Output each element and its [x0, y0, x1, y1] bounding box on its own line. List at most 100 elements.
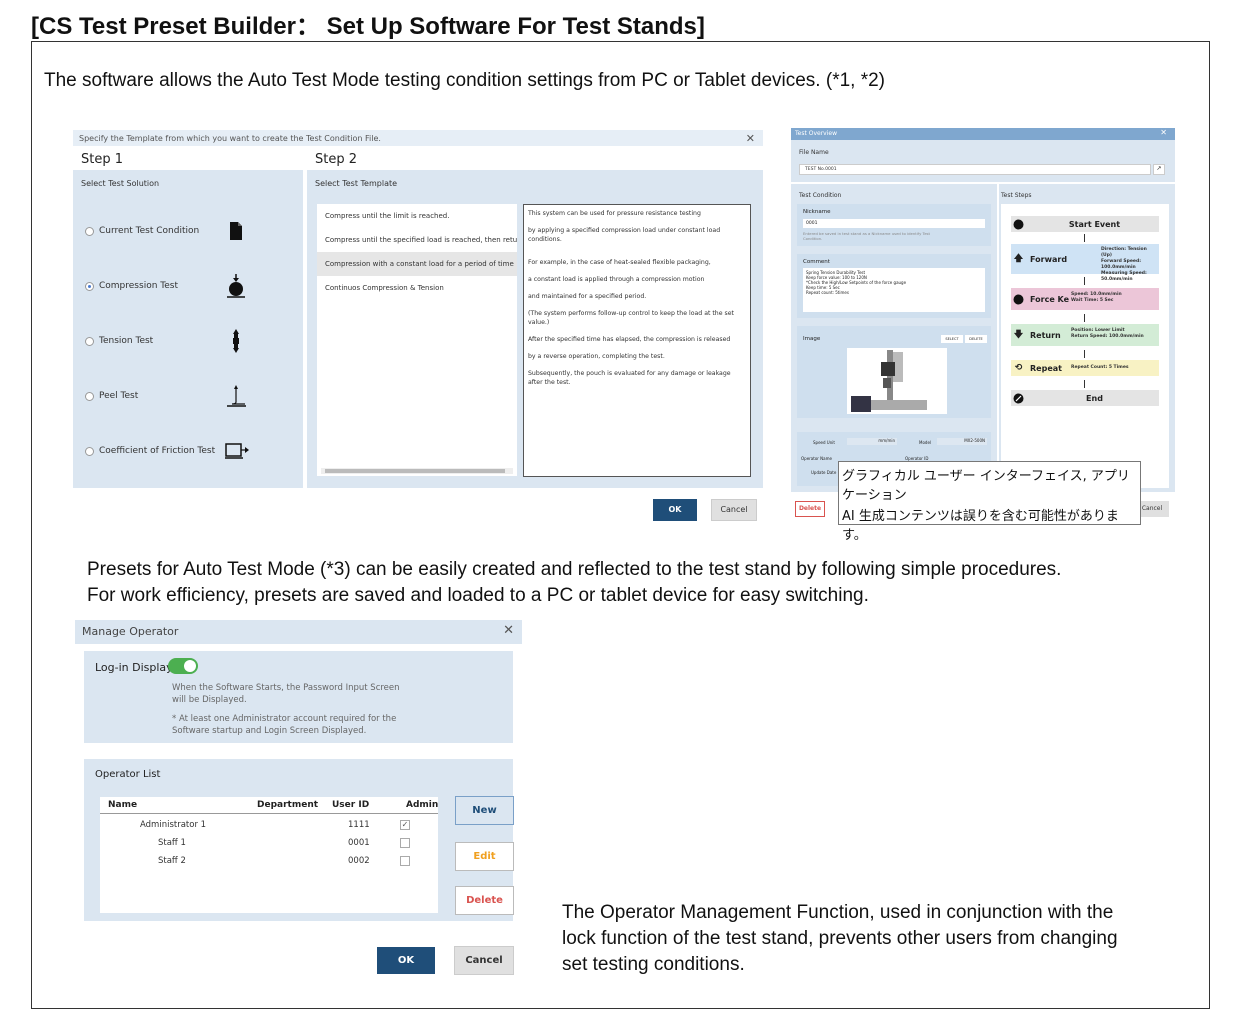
nickname-label: Nickname — [803, 209, 831, 215]
close-icon[interactable]: ✕ — [746, 132, 755, 145]
step-forward[interactable]: 🡅 Forward Direction: Tension (Up) Forwar… — [1011, 244, 1159, 282]
delete-button[interactable]: Delete — [455, 886, 514, 915]
template-item[interactable]: Continuos Compression & Tension — [317, 276, 517, 300]
template-description: This system can be used for pressure res… — [523, 204, 751, 477]
table-row[interactable]: Staff 2 0002 — [100, 852, 438, 870]
description-line: For example, in the case of heat-sealed … — [528, 259, 711, 266]
solution-peel[interactable]: Peel Test — [85, 391, 138, 401]
close-icon[interactable]: ✕ — [1160, 128, 1167, 137]
scrollbar-thumb[interactable] — [325, 469, 505, 473]
page-title: [CS Test Preset Builder： Set Up Software… — [31, 13, 705, 40]
template-dialog: Specify the Template from which you want… — [73, 130, 763, 527]
radio-button-selected[interactable] — [85, 281, 94, 291]
detail-line: Return Speed: 100.0mm/min — [1071, 334, 1144, 339]
repeat-icon: ⟲ — [1014, 363, 1023, 373]
test-stand-image — [847, 348, 947, 414]
col-department[interactable]: Department — [257, 800, 318, 810]
horizontal-scrollbar[interactable] — [321, 468, 513, 474]
template-item-selected[interactable]: Compression with a constant load for a p… — [317, 252, 517, 276]
note-line: will be Displayed. — [172, 695, 247, 705]
admin-checkbox-checked[interactable]: ✓ — [400, 820, 410, 830]
speed-unit-value[interactable]: mm/min — [847, 438, 897, 445]
detail-line: Direction: Tension (Up) — [1101, 247, 1147, 258]
table-row[interactable]: Administrator 1 1111 ✓ — [100, 816, 438, 834]
cancel-button[interactable]: Cancel — [454, 946, 514, 975]
cell-user-id: 0001 — [348, 838, 370, 848]
new-button[interactable]: New — [455, 796, 514, 825]
admin-checkbox[interactable] — [400, 838, 410, 848]
template-list: Compress until the limit is reached. Com… — [317, 204, 517, 476]
description-line: and maintained for a specified period. — [528, 293, 647, 300]
select-image-button[interactable]: SELECT — [941, 335, 963, 343]
step-name: Return — [1030, 330, 1061, 340]
solution-label: Peel Test — [99, 391, 139, 401]
login-display-toggle[interactable] — [168, 658, 198, 674]
col-name[interactable]: Name — [108, 800, 137, 810]
speed-unit-label: Speed Unit — [813, 440, 835, 445]
step-return[interactable]: 🡇 Return Position: Lower Limit Return Sp… — [1011, 324, 1159, 346]
template-item[interactable]: Compress until the specified load is rea… — [317, 228, 517, 252]
radio-button[interactable] — [85, 391, 94, 401]
radio-button[interactable] — [85, 446, 94, 456]
admin-checkbox[interactable] — [400, 856, 410, 866]
model-value[interactable]: MX2-500N — [937, 438, 987, 445]
step-name: Repeat — [1030, 363, 1062, 373]
browse-icon[interactable]: ↗ — [1153, 164, 1165, 175]
step-detail: Direction: Tension (Up) Forward Speed: 1… — [1101, 247, 1159, 283]
login-panel: Log-in Display When the Software Starts,… — [84, 651, 513, 743]
description-line: Subsequently, the pouch is evaluated for… — [528, 370, 731, 386]
detail-line: Wait Time: 5 Sec — [1071, 298, 1114, 303]
step-end[interactable]: End — [1011, 390, 1159, 406]
header-divider — [100, 813, 438, 814]
ok-button[interactable]: OK — [377, 947, 435, 974]
edit-button[interactable]: Edit — [455, 842, 514, 871]
description-line: by a reverse operation, completing the t… — [528, 353, 665, 360]
description-line: After the specified time has elapsed, th… — [528, 336, 731, 343]
solution-current[interactable]: Current Test Condition — [85, 226, 199, 236]
arrow-down-icon: 🡇 — [1013, 330, 1024, 340]
cancel-button[interactable]: Cancel — [711, 499, 757, 521]
step-force-keep[interactable]: Force Ke Speed: 10.0mm/min Wait Time: 5 … — [1011, 288, 1159, 310]
radio-button[interactable] — [85, 226, 94, 236]
col-user-id[interactable]: User ID — [332, 800, 369, 810]
step-repeat[interactable]: ⟲ Repeat Repeat Count: 5 Times — [1011, 360, 1159, 376]
manage-operator-dialog: Manage Operator ✕ Log-in Display When th… — [75, 620, 522, 983]
step-connector — [1084, 234, 1085, 242]
comment-textarea[interactable]: Spring Tension Durability Test Keep forc… — [803, 268, 985, 312]
cell-user-id: 0002 — [348, 856, 370, 866]
solution-compression[interactable]: Compression Test — [85, 281, 178, 291]
file-name-panel: File Name TEST No.0001 ↗ — [791, 140, 1175, 182]
operator-list-panel: Operator List Name Department User ID Ad… — [84, 759, 514, 921]
step-connector — [1084, 277, 1085, 285]
model-label: Model — [919, 440, 932, 445]
login-display-label: Log-in Display — [95, 661, 173, 674]
delete-image-button[interactable]: DELETE — [965, 335, 987, 343]
delete-button[interactable]: Delete — [795, 501, 825, 517]
paragraph-line: set testing conditions. — [562, 954, 745, 975]
close-icon[interactable]: ✕ — [503, 623, 514, 638]
description-line: This system can be used for pressure res… — [528, 210, 701, 217]
description-line: (The system performs follow-up control t… — [528, 310, 734, 326]
nickname-input[interactable]: 0001 — [803, 219, 985, 228]
step1-panel: Step 1 Select Test Solution Current Test… — [73, 146, 303, 488]
step-start[interactable]: Start Event — [1011, 216, 1159, 232]
table-row[interactable]: Staff 1 0001 — [100, 834, 438, 852]
test-condition-panel: Test Condition Nickname 0001 Entered be … — [791, 184, 997, 492]
radio-button[interactable] — [85, 336, 94, 346]
solution-friction[interactable]: Coefficient of Friction Test — [85, 446, 215, 456]
description-line: a constant load is applied through a com… — [528, 276, 705, 283]
file-name-input[interactable]: TEST No.0001 — [799, 164, 1151, 175]
cell-name: Staff 2 — [158, 856, 186, 866]
note-line: When the Software Starts, the Password I… — [172, 683, 400, 693]
step-name: End — [1086, 393, 1103, 403]
description-line: by applying a specified compression load… — [528, 227, 721, 243]
solution-label: Compression Test — [99, 281, 178, 291]
paragraph-line: lock function of the test stand, prevent… — [562, 928, 1118, 949]
comment-label: Comment — [803, 259, 830, 265]
solution-tension[interactable]: Tension Test — [85, 336, 153, 346]
detail-line: Forward Speed: 100.0mm/min — [1101, 259, 1141, 270]
template-item[interactable]: Compress until the limit is reached. — [317, 204, 517, 228]
col-admin[interactable]: Admin — [406, 800, 438, 810]
peel-icon — [225, 384, 247, 407]
ok-button[interactable]: OK — [653, 499, 697, 521]
